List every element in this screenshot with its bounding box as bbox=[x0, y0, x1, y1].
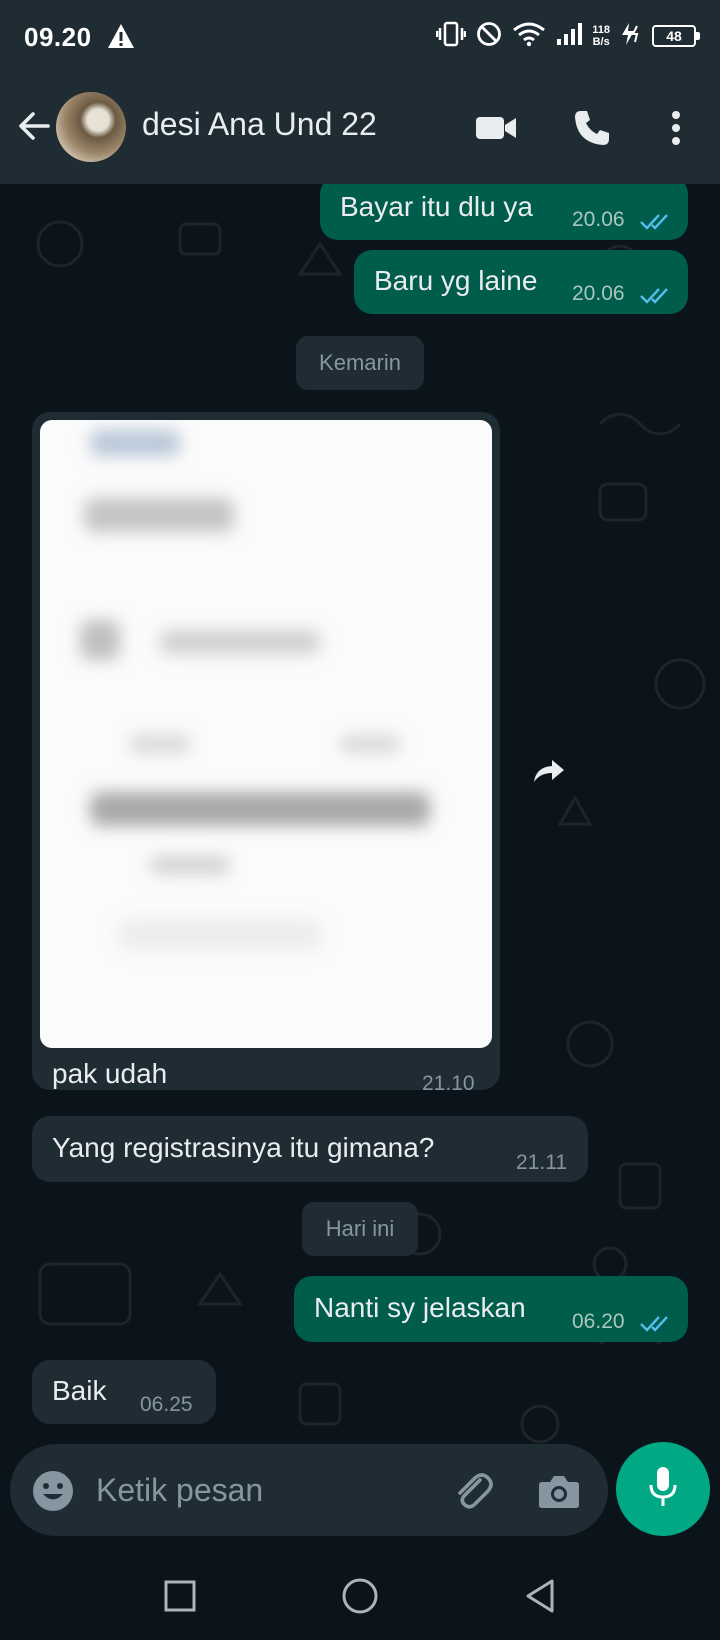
chat-area[interactable]: Bayar itu dlu ya 20.06 Baru yg laine 20.… bbox=[0, 184, 720, 1452]
status-time: 09.20 bbox=[24, 22, 92, 52]
message-text: Yang registrasinya itu gimana? bbox=[52, 1132, 435, 1163]
message-text: Bayar itu dlu ya bbox=[340, 191, 533, 222]
signal-icon bbox=[556, 22, 583, 51]
network-speed: 118 B/s bbox=[592, 24, 610, 48]
wifi-icon bbox=[512, 21, 546, 52]
nav-back-icon[interactable] bbox=[520, 1576, 560, 1616]
image-content-blur bbox=[90, 792, 430, 826]
image-caption: pak udah bbox=[52, 1058, 168, 1089]
date-separator: Kemarin bbox=[296, 336, 424, 390]
system-navigation-bar bbox=[0, 1548, 720, 1640]
message-text: Nanti sy jelaskan bbox=[314, 1292, 526, 1323]
vibrate-icon bbox=[436, 21, 467, 52]
avatar[interactable] bbox=[56, 92, 126, 162]
message-time: 06.20 bbox=[572, 1310, 625, 1333]
attach-icon[interactable] bbox=[450, 1468, 496, 1514]
video-call-icon[interactable] bbox=[474, 106, 518, 150]
read-ticks-icon bbox=[640, 1308, 672, 1342]
image-content-blur bbox=[120, 920, 320, 950]
message-outgoing[interactable]: Bayar itu dlu ya 20.06 bbox=[320, 184, 688, 240]
image-content-blur bbox=[150, 856, 230, 874]
message-text: Baru yg laine bbox=[374, 265, 538, 296]
message-incoming-image[interactable]: pak udah 21.10 bbox=[32, 412, 500, 1095]
nav-home-icon[interactable] bbox=[340, 1576, 380, 1616]
message-time: 20.06 bbox=[572, 282, 625, 305]
image-content-blur bbox=[160, 630, 320, 654]
image-content-blur bbox=[80, 620, 120, 660]
message-time: 20.06 bbox=[572, 208, 625, 231]
phone-icon[interactable] bbox=[570, 106, 614, 150]
date-separator: Hari ini bbox=[302, 1202, 418, 1256]
back-arrow-icon[interactable] bbox=[14, 106, 54, 146]
image-content-blur bbox=[84, 498, 234, 532]
nav-recents-icon[interactable] bbox=[160, 1576, 200, 1616]
battery-indicator: 48 bbox=[652, 25, 700, 47]
status-bar: 09.20 118 B/s 48 bbox=[0, 0, 720, 72]
message-composer[interactable]: Ketik pesan bbox=[10, 1444, 608, 1536]
message-text: Baik bbox=[52, 1375, 107, 1406]
message-input[interactable]: Ketik pesan bbox=[96, 1472, 263, 1509]
network-speed-value: 118 bbox=[592, 24, 610, 36]
contact-name[interactable]: desi Ana Und 22 bbox=[142, 106, 377, 143]
image-content-blur bbox=[130, 736, 190, 752]
message-outgoing[interactable]: Baru yg laine 20.06 bbox=[354, 250, 688, 314]
message-time: 21.10 bbox=[422, 1072, 475, 1095]
camera-icon[interactable] bbox=[536, 1468, 582, 1514]
image-content-blur bbox=[340, 736, 400, 752]
message-incoming[interactable]: Yang registrasinya itu gimana? 21.11 bbox=[32, 1116, 588, 1182]
message-time: 21.11 bbox=[516, 1151, 567, 1174]
image-attachment[interactable] bbox=[40, 420, 492, 1048]
read-ticks-icon bbox=[640, 206, 672, 240]
status-icons: 118 B/s 48 bbox=[436, 20, 700, 52]
more-vert-icon[interactable] bbox=[654, 106, 698, 150]
network-speed-unit: B/s bbox=[592, 36, 610, 48]
message-incoming[interactable]: Baik 06.25 bbox=[32, 1360, 216, 1424]
charging-icon bbox=[620, 22, 642, 51]
mic-icon bbox=[646, 1465, 680, 1514]
image-content-blur bbox=[90, 430, 180, 456]
chat-header: desi Ana Und 22 bbox=[0, 72, 720, 184]
forward-icon[interactable] bbox=[522, 744, 576, 798]
message-outgoing[interactable]: Nanti sy jelaskan 06.20 bbox=[294, 1276, 688, 1342]
mic-button[interactable] bbox=[616, 1442, 710, 1536]
emoji-icon[interactable] bbox=[30, 1468, 76, 1514]
message-time: 06.25 bbox=[140, 1393, 193, 1416]
dnd-icon bbox=[476, 21, 502, 52]
warning-icon bbox=[106, 22, 136, 55]
date-separator-label: Kemarin bbox=[319, 350, 401, 375]
read-ticks-icon bbox=[640, 280, 672, 314]
date-separator-label: Hari ini bbox=[325, 1216, 395, 1241]
